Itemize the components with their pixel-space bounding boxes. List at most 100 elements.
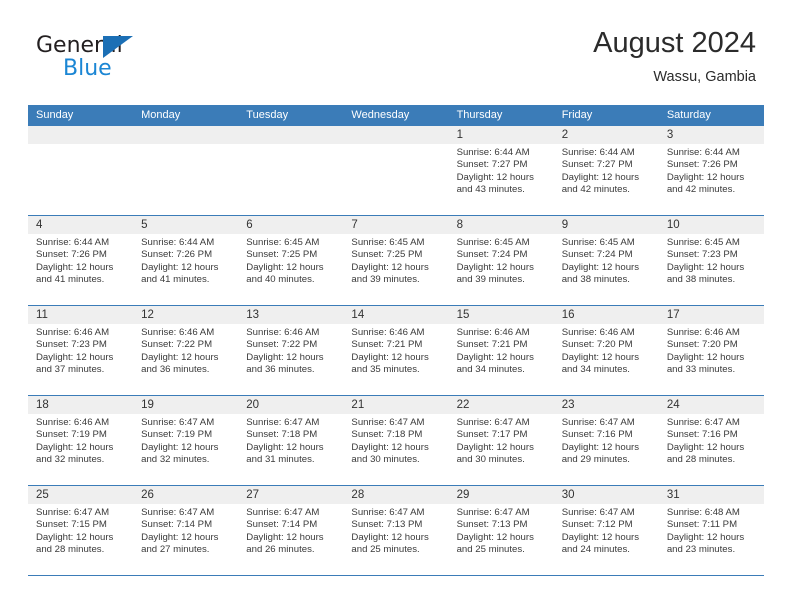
day-sun-info: Sunrise: 6:46 AM Sunset: 7:22 PM Daylight:…	[133, 324, 238, 377]
calendar-day-cell[interactable]: 2 Sunrise: 6:44 AM Sunset: 7:27 PM Daylight…	[553, 126, 659, 215]
calendar-day-cell[interactable]: 1 Sunrise: 6:44 AM Sunset: 7:27 PM Daylight…	[448, 126, 554, 215]
calendar-day-cell[interactable]: 16 Sunrise: 6:46 AM Sunset: 7:20 PM Dayligh…	[553, 306, 659, 395]
day-sun-info: Sunrise: 6:44 AM Sunset: 7:26 PM Daylight:…	[28, 234, 133, 287]
sunrise-text: Sunrise: 6:47 AM	[141, 507, 215, 518]
calendar-day-cell[interactable]: 18 Sunrise: 6:46 AM Sunset: 7:19 PM Dayligh…	[28, 396, 134, 485]
day-number-strip: 1	[448, 126, 554, 144]
calendar-day-cell[interactable]: 22 Sunrise: 6:47 AM Sunset: 7:17 PM Dayligh…	[448, 396, 554, 485]
daylight-text-line2: and 24 minutes.	[561, 544, 630, 556]
calendar-day-cell[interactable]: 11 Sunrise: 6:46 AM Sunset: 7:23 PM Dayligh…	[28, 306, 134, 395]
day-sun-info: Sunrise: 6:47 AM Sunset: 7:14 PM Daylight:…	[238, 504, 343, 557]
daylight-text-line1: Daylight: 12 hours	[666, 441, 745, 453]
sunset-text: Sunset: 7:20 PM	[666, 339, 738, 351]
day-number-strip: 27	[238, 486, 344, 504]
sunset-text: Sunset: 7:13 PM	[351, 519, 423, 531]
daylight-text-line1: Daylight: 12 hours	[141, 531, 219, 543]
daylight-text-line1: Daylight: 12 hours	[456, 351, 534, 363]
day-number: 3	[666, 129, 674, 141]
daylight-text-line1: Daylight: 12 hours	[561, 441, 640, 453]
sunrise-text: Sunrise: 6:44 AM	[141, 237, 215, 248]
calendar-day-cell[interactable]: 10 Sunrise: 6:45 AM Sunset: 7:23 PM Dayligh…	[658, 216, 764, 305]
sunset-text: Sunset: 7:26 PM	[141, 249, 213, 261]
daylight-text-line2: and 41 minutes.	[141, 274, 210, 286]
calendar-day-cell[interactable]: 3 Sunrise: 6:44 AM Sunset: 7:26 PM Daylight…	[658, 126, 764, 215]
day-number-strip: 10	[658, 216, 764, 234]
day-number-strip: 30	[553, 486, 659, 504]
daylight-text-line1: Daylight: 12 hours	[456, 261, 534, 273]
day-sun-info: Sunrise: 6:47 AM Sunset: 7:18 PM Daylight:…	[343, 414, 448, 467]
calendar-day-cell[interactable]: 20 Sunrise: 6:47 AM Sunset: 7:18 PM Dayligh…	[238, 396, 344, 485]
daylight-text-line2: and 39 minutes.	[351, 274, 420, 286]
calendar-day-cell[interactable]: 24 Sunrise: 6:47 AM Sunset: 7:16 PM Dayligh…	[658, 396, 764, 485]
calendar-day-cell[interactable]: 5 Sunrise: 6:44 AM Sunset: 7:26 PM Daylight…	[133, 216, 239, 305]
daylight-text-line2: and 28 minutes.	[666, 454, 736, 466]
daylight-text-line1: Daylight: 12 hours	[666, 261, 745, 273]
calendar-day-cell[interactable]: 9 Sunrise: 6:45 AM Sunset: 7:24 PM Daylight…	[553, 216, 659, 305]
calendar-day-cell[interactable]: 30 Sunrise: 6:47 AM Sunset: 7:12 PM Dayligh…	[553, 486, 659, 575]
calendar-day-cell[interactable]: 21 Sunrise: 6:47 AM Sunset: 7:18 PM Dayligh…	[343, 396, 449, 485]
sunset-text: Sunset: 7:24 PM	[456, 249, 528, 261]
daylight-text-line1: Daylight: 12 hours	[351, 531, 429, 543]
day-sun-info: Sunrise: 6:47 AM Sunset: 7:15 PM Daylight:…	[28, 504, 133, 557]
sunset-text: Sunset: 7:16 PM	[561, 429, 633, 441]
sunrise-text: Sunrise: 6:46 AM	[456, 327, 530, 338]
daylight-text-line1: Daylight: 12 hours	[141, 441, 219, 453]
daylight-text-line1: Daylight: 12 hours	[666, 351, 745, 363]
calendar-day-cell[interactable]: 27 Sunrise: 6:47 AM Sunset: 7:14 PM Dayligh…	[238, 486, 344, 575]
daylight-text-line2: and 38 minutes.	[561, 274, 630, 286]
day-number: 23	[561, 399, 575, 411]
daylight-text-line1: Daylight: 12 hours	[246, 531, 324, 543]
day-sun-info: Sunrise: 6:47 AM Sunset: 7:18 PM Daylight:…	[238, 414, 343, 467]
daylight-text-line2: and 34 minutes.	[561, 364, 630, 376]
day-sun-info: Sunrise: 6:46 AM Sunset: 7:22 PM Daylight:…	[238, 324, 343, 377]
calendar-day-cell[interactable]: 19 Sunrise: 6:47 AM Sunset: 7:19 PM Dayligh…	[133, 396, 239, 485]
daylight-text-line1: Daylight: 12 hours	[561, 171, 640, 183]
weekday-header-thursday: Thursday	[456, 109, 503, 121]
sunset-text: Sunset: 7:27 PM	[561, 159, 633, 171]
daylight-text-line2: and 23 minutes.	[666, 544, 736, 556]
day-number: 28	[351, 489, 365, 501]
daylight-text-line2: and 42 minutes.	[666, 184, 736, 196]
calendar-day-cell[interactable]: 12 Sunrise: 6:46 AM Sunset: 7:22 PM Dayligh…	[133, 306, 239, 395]
sunrise-text: Sunrise: 6:45 AM	[351, 237, 425, 248]
calendar-day-cell[interactable]: 25 Sunrise: 6:47 AM Sunset: 7:15 PM Dayligh…	[28, 486, 134, 575]
weekday-header-monday: Monday	[141, 109, 181, 121]
daylight-text-line2: and 43 minutes.	[456, 184, 525, 196]
calendar-day-cell[interactable]: 26 Sunrise: 6:47 AM Sunset: 7:14 PM Dayligh…	[133, 486, 239, 575]
weekday-header-saturday: Saturday	[666, 109, 711, 121]
day-sun-info: Sunrise: 6:47 AM Sunset: 7:13 PM Daylight:…	[343, 504, 448, 557]
calendar-day-cell[interactable]: 13 Sunrise: 6:46 AM Sunset: 7:22 PM Dayligh…	[238, 306, 344, 395]
day-number-strip: 17	[658, 306, 764, 324]
daylight-text-line1: Daylight: 12 hours	[351, 441, 429, 453]
daylight-text-line1: Daylight: 12 hours	[561, 351, 640, 363]
calendar-day-cell[interactable]: 7 Sunrise: 6:45 AM Sunset: 7:25 PM Daylight…	[343, 216, 449, 305]
day-number-strip: 22	[448, 396, 554, 414]
day-number: 6	[246, 219, 253, 231]
weekday-header-friday: Friday	[561, 109, 593, 121]
general-blue-logo[interactable]: General Blue	[36, 33, 226, 85]
calendar-day-cell[interactable]: 31 Sunrise: 6:48 AM Sunset: 7:11 PM Dayligh…	[658, 486, 764, 575]
calendar-day-cell[interactable]: 6 Sunrise: 6:45 AM Sunset: 7:25 PM Daylight…	[238, 216, 344, 305]
calendar-day-cell[interactable]: 15 Sunrise: 6:46 AM Sunset: 7:21 PM Dayligh…	[448, 306, 554, 395]
calendar-day-cell[interactable]: 8 Sunrise: 6:45 AM Sunset: 7:24 PM Daylight…	[448, 216, 554, 305]
day-number: 5	[141, 219, 148, 231]
calendar-week-row: 11 Sunrise: 6:46 AM Sunset: 7:23 PM Dayligh…	[28, 306, 764, 396]
day-number-strip	[133, 126, 239, 144]
calendar-day-cell[interactable]: 4 Sunrise: 6:44 AM Sunset: 7:26 PM Daylight…	[28, 216, 134, 305]
sunset-text: Sunset: 7:21 PM	[351, 339, 423, 351]
calendar-day-cell[interactable]: 23 Sunrise: 6:47 AM Sunset: 7:16 PM Dayligh…	[553, 396, 659, 485]
sunset-text: Sunset: 7:26 PM	[666, 159, 738, 171]
day-number: 26	[141, 489, 154, 501]
day-number-strip: 13	[238, 306, 344, 324]
sunrise-text: Sunrise: 6:46 AM	[36, 327, 110, 338]
calendar-day-cell[interactable]: 14 Sunrise: 6:46 AM Sunset: 7:21 PM Dayligh…	[343, 306, 449, 395]
sunset-text: Sunset: 7:15 PM	[36, 519, 107, 531]
calendar-day-cell[interactable]: 17 Sunrise: 6:46 AM Sunset: 7:20 PM Dayligh…	[658, 306, 764, 395]
calendar-day-cell[interactable]: 29 Sunrise: 6:47 AM Sunset: 7:13 PM Dayligh…	[448, 486, 554, 575]
calendar-day-cell[interactable]: 28 Sunrise: 6:47 AM Sunset: 7:13 PM Dayligh…	[343, 486, 449, 575]
day-number: 29	[456, 489, 470, 501]
sunset-text: Sunset: 7:22 PM	[246, 339, 318, 351]
sunrise-text: Sunrise: 6:45 AM	[246, 237, 320, 248]
daylight-text-line2: and 32 minutes.	[141, 454, 210, 466]
day-number: 24	[666, 399, 680, 411]
